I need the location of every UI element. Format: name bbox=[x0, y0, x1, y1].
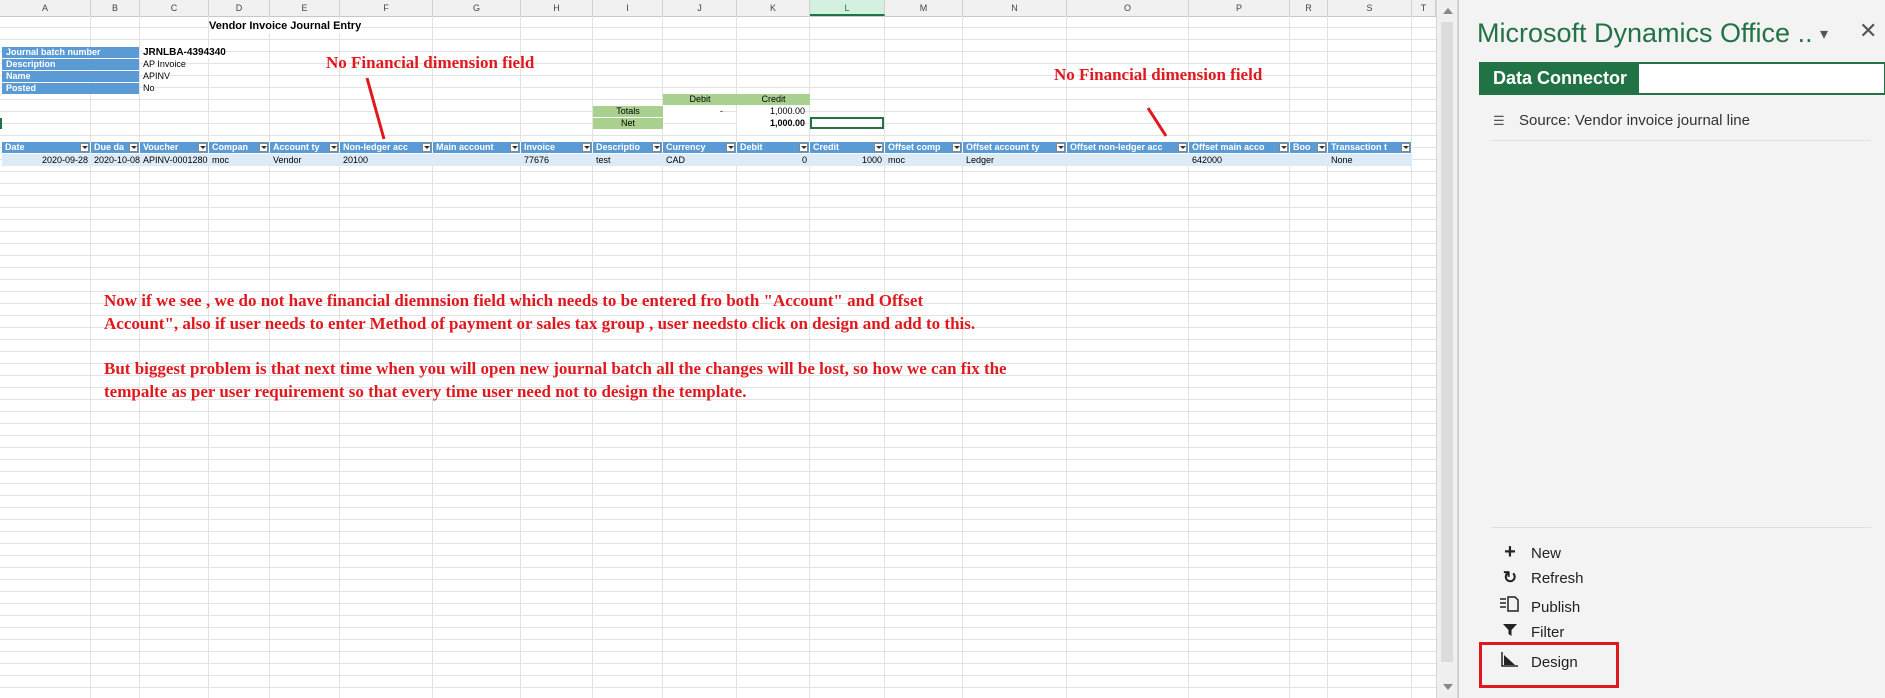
vertical-scrollbar[interactable] bbox=[1436, 0, 1458, 698]
publish-button[interactable]: Publish bbox=[1499, 596, 1580, 616]
publish-button-label: Publish bbox=[1531, 599, 1581, 616]
annotation-arrows bbox=[365, 77, 1168, 140]
divider bbox=[1491, 527, 1871, 528]
close-icon[interactable]: ✕ bbox=[1859, 18, 1877, 44]
data-connector-tab[interactable]: Data Connector bbox=[1481, 64, 1640, 93]
publish-icon bbox=[1499, 596, 1521, 616]
annotation-paragraph-1-line-2: Account", also if user needs to enter Me… bbox=[104, 314, 976, 333]
task-pane: Microsoft Dynamics Office .. ▾ ✕ Data Co… bbox=[1458, 0, 1885, 698]
filter-button[interactable]: Filter bbox=[1499, 623, 1564, 641]
filter-icon bbox=[1499, 623, 1521, 641]
source-label: Source: Vendor invoice journal line bbox=[1519, 112, 1750, 129]
refresh-button-label: Refresh bbox=[1531, 570, 1584, 587]
pane-options-chevron-icon[interactable]: ▾ bbox=[1820, 24, 1828, 44]
scroll-down-icon[interactable] bbox=[1443, 684, 1453, 690]
data-connector-bar: Data Connector bbox=[1479, 62, 1885, 95]
right-arrow-line bbox=[1146, 107, 1168, 137]
refresh-button[interactable]: ↻ Refresh bbox=[1499, 568, 1584, 588]
list-icon: ☰ bbox=[1493, 113, 1505, 128]
source-row[interactable]: ☰ Source: Vendor invoice journal line bbox=[1493, 112, 1750, 129]
scroll-up-icon[interactable] bbox=[1443, 8, 1453, 14]
design-highlight-box bbox=[1479, 642, 1619, 688]
new-button-label: New bbox=[1531, 545, 1562, 562]
annotation-paragraph-2-line-1: But biggest problem is that next time wh… bbox=[104, 359, 1007, 378]
pane-title: Microsoft Dynamics Office .. bbox=[1477, 18, 1813, 48]
filter-button-label: Filter bbox=[1531, 624, 1565, 641]
plus-icon: + bbox=[1504, 541, 1516, 563]
scroll-thumb[interactable] bbox=[1441, 22, 1453, 662]
new-button[interactable]: + New bbox=[1499, 541, 1561, 564]
annotation-paragraph-2-line-2: tempalte as per user requirement so that… bbox=[104, 382, 747, 401]
spreadsheet-grid[interactable]: A B C D E F G H I J K L M N O P R S T Ve… bbox=[0, 0, 1436, 698]
left-arrow-line bbox=[365, 77, 386, 140]
annotation-paragraph-1-line-1: Now if we see , we do not have financial… bbox=[104, 291, 924, 310]
divider bbox=[1491, 140, 1871, 141]
refresh-icon: ↻ bbox=[1502, 568, 1518, 587]
